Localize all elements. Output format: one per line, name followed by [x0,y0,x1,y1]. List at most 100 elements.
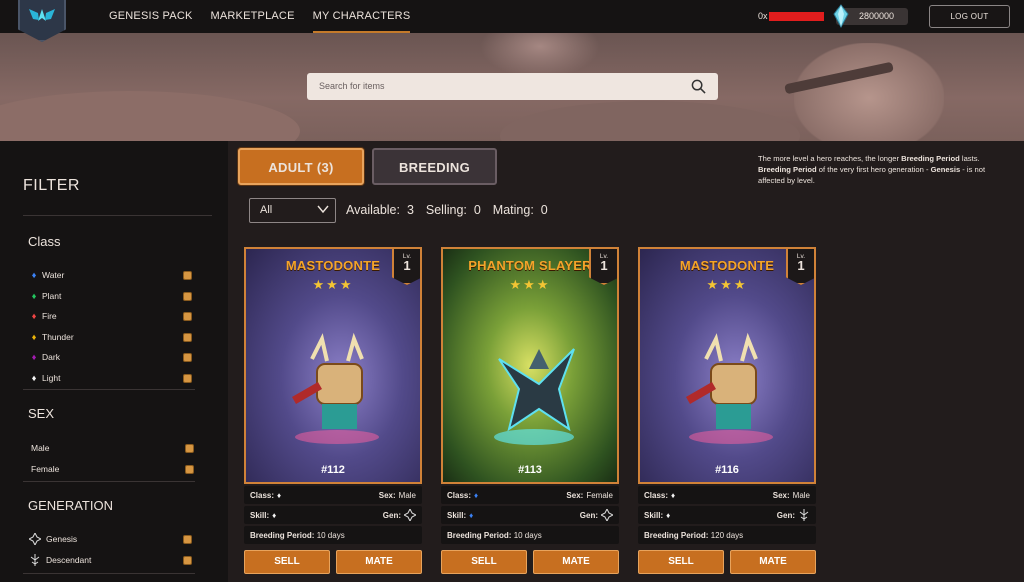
character-art [686,332,773,444]
status-select[interactable]: All [249,198,336,223]
wallet-prefix: 0x [758,11,768,21]
wallet-redacted [768,11,824,21]
fire-icon: ♦ [31,311,37,321]
breeding-period-value: 120 days [710,530,744,540]
star-rating: ★★★ [312,277,354,292]
descendant-icon [30,554,40,566]
checkbox[interactable] [183,332,192,342]
sell-button[interactable]: SELL [441,550,527,574]
class-option-thunder[interactable]: ♦ Thunder [29,330,192,344]
search-icon[interactable] [691,79,706,94]
descendant-icon [799,509,809,521]
sell-button[interactable]: SELL [638,550,724,574]
generation-title: GENERATION [28,498,113,513]
banner-hill [500,101,800,141]
nav-my-characters[interactable]: MY CHARACTERS [312,0,411,33]
nav-marketplace[interactable]: MARKETPLACE [211,0,295,33]
banner-hill [0,91,300,141]
breeding-period-row: Breeding Period: 120 days [638,526,816,544]
mate-button[interactable]: MATE [730,550,816,574]
banner-character [480,33,600,78]
checkbox[interactable] [183,270,192,280]
checkbox[interactable] [183,555,192,565]
class-title: Class [28,234,61,249]
mate-button[interactable]: MATE [336,550,422,574]
mating-stat: Mating: 0 [492,203,548,217]
character-card[interactable]: PHANTOM SLAYER ★★★ Lv. 1 #113 Class: ♦ Sex: Fema… [441,247,619,574]
star-rating: ★★★ [706,277,748,292]
character-art [494,348,575,445]
breeding-period-row: Breeding Period: 10 days [441,526,619,544]
divider [23,481,195,482]
class-icon: ♦ [277,490,282,500]
wallet-address: 0x [758,11,824,21]
tab-breeding[interactable]: BREEDING [372,148,497,185]
genesis-icon [29,533,41,545]
character-art [292,332,379,444]
nav-genesis-pack[interactable]: GENESIS PACK [109,0,193,33]
class-option-dark[interactable]: ♦ Dark [29,350,192,364]
divider [23,215,212,216]
skill-icon: ♦ [272,510,277,520]
generation-option-genesis[interactable]: Genesis [29,532,192,546]
class-sex-row: Class: ♦ Sex: Male [244,486,422,504]
card-actions: SELL MATE [244,550,422,574]
class-icon: ♦ [671,490,676,500]
card-actions: SELL MATE [441,550,619,574]
sex-option-male[interactable]: Male [31,441,194,455]
skill-gen-row: Skill: ♦ Gen: [244,506,422,524]
class-option-fire[interactable]: ♦ Fire [29,309,192,323]
sex-value: Male [792,490,810,500]
class-option-light[interactable]: ♦ Light [29,371,192,385]
banner-character [794,43,944,141]
class-option-plant[interactable]: ♦ Plant [29,289,192,303]
checkbox[interactable] [183,352,192,362]
sex-title: SEX [28,406,55,421]
class-icon: ♦ [474,490,479,500]
checkbox[interactable] [185,443,194,453]
mate-button[interactable]: MATE [533,550,619,574]
breeding-period-value: 10 days [513,530,542,540]
character-card[interactable]: MASTODONTE ★★★ Lv. 1 #112 Class: ♦ Sex: Male Skil… [244,247,422,574]
dark-icon: ♦ [31,352,37,362]
light-icon: ♦ [31,373,37,383]
plant-icon: ♦ [31,291,37,301]
character-card[interactable]: MASTODONTE ★★★ Lv. 1 #116 Class: ♦ Sex: Male Skil… [638,247,816,574]
class-option-water[interactable]: ♦ Water [29,268,192,282]
chevron-down-icon [317,205,329,214]
sex-value: Female [586,490,613,500]
sell-button[interactable]: SELL [244,550,330,574]
star-rating: ★★★ [509,277,551,292]
tab-adult[interactable]: ADULT (3) [238,148,364,185]
checkbox[interactable] [183,373,192,383]
checkbox[interactable] [183,291,192,301]
filter-title: FILTER [23,177,80,194]
checkbox[interactable] [185,464,194,474]
card-id: #116 [715,464,739,476]
water-icon: ♦ [31,270,37,280]
search-input[interactable]: Search for items [307,73,718,100]
diamond-icon [833,4,849,28]
wings-logo-icon [29,9,55,21]
select-value: All [260,204,273,216]
card-art-frame[interactable]: MASTODONTE ★★★ Lv. 1 #116 [638,247,816,484]
available-stat: Available: 3 [346,203,414,217]
skill-icon: ♦ [469,510,474,520]
thunder-icon: ♦ [31,332,37,342]
skill-icon: ♦ [666,510,671,520]
divider [23,389,195,390]
card-id: #113 [518,464,542,476]
logout-button[interactable]: LOG OUT [929,5,1010,28]
filter-sidebar: FILTER Class ♦ Water ♦ Plant ♦ Fire ♦ Th… [0,141,228,582]
generation-option-descendant[interactable]: Descendant [29,553,192,567]
skill-gen-row: Skill: ♦ Gen: [638,506,816,524]
selling-stat: Selling: 0 [425,203,481,217]
sex-option-female[interactable]: Female [31,462,194,476]
checkbox[interactable] [183,311,192,321]
genesis-icon [601,509,613,521]
card-art-frame[interactable]: PHANTOM SLAYER ★★★ Lv. 1 #113 [441,247,619,484]
genesis-icon [404,509,416,521]
checkbox[interactable] [183,534,192,544]
card-art-frame[interactable]: MASTODONTE ★★★ Lv. 1 #112 [244,247,422,484]
class-sex-row: Class: ♦ Sex: Female [441,486,619,504]
